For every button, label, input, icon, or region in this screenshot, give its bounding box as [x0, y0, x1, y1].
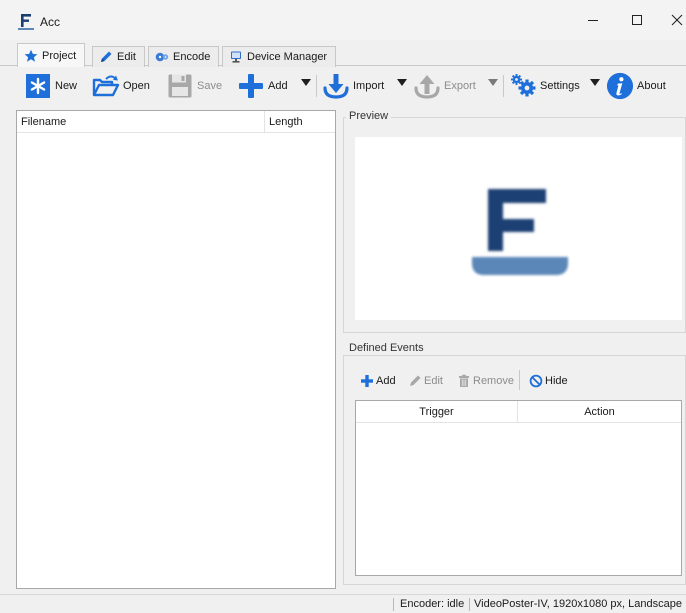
- defined-events-title: Defined Events: [346, 342, 427, 354]
- pencil-icon: [99, 50, 113, 64]
- events-table[interactable]: Trigger Action: [355, 400, 682, 576]
- events-toolbar-separator: [519, 370, 520, 390]
- open-button[interactable]: Open: [92, 71, 150, 101]
- minimize-icon: [588, 20, 598, 21]
- add-button[interactable]: Add: [237, 71, 288, 101]
- event-edit-button[interactable]: Edit: [408, 372, 443, 390]
- export-icon: [413, 72, 441, 100]
- event-edit-label: Edit: [424, 375, 443, 387]
- tab-project[interactable]: Project: [17, 43, 86, 67]
- settings-dropdown-caret[interactable]: [590, 79, 600, 86]
- main-toolbar: New Open Save Add Import Export Settings…: [0, 67, 686, 105]
- tab-bar: Project Edit Encode Device Manager: [0, 40, 686, 67]
- file-list-header: Filename Length: [17, 111, 335, 133]
- app-window: Acc Project Edit Encode Device Manager N…: [0, 0, 686, 613]
- import-button[interactable]: Import: [322, 71, 384, 101]
- event-hide-label: Hide: [545, 375, 568, 387]
- event-add-label: Add: [376, 375, 396, 387]
- import-label: Import: [353, 80, 385, 92]
- about-label: About: [637, 80, 666, 92]
- export-button[interactable]: Export: [413, 71, 476, 101]
- tab-encode[interactable]: Encode: [148, 46, 220, 67]
- column-header-trigger[interactable]: Trigger: [356, 401, 518, 423]
- import-dropdown-caret[interactable]: [397, 79, 407, 86]
- tab-label: Edit: [117, 51, 136, 63]
- no-entry-icon: [529, 374, 543, 388]
- app-logo-icon: [18, 14, 34, 30]
- save-button[interactable]: Save: [166, 71, 222, 101]
- event-hide-button[interactable]: Hide: [529, 372, 568, 390]
- tab-device-manager[interactable]: Device Manager: [222, 46, 337, 67]
- settings-label: Settings: [540, 80, 580, 92]
- star-icon: [24, 49, 38, 63]
- open-label: Open: [123, 80, 150, 92]
- event-add-button[interactable]: Add: [360, 372, 396, 390]
- app-logo-preview-icon: [472, 189, 568, 275]
- save-label: Save: [197, 80, 223, 92]
- device-status: VideoPoster-IV, 1920x1080 px, Landscape: [474, 598, 682, 610]
- tab-edit[interactable]: Edit: [92, 46, 145, 67]
- column-header-action[interactable]: Action: [518, 401, 681, 423]
- computer-icon: [229, 50, 243, 64]
- close-button[interactable]: [654, 0, 686, 40]
- status-bar: Encoder: idle VideoPoster-IV, 1920x1080 …: [0, 594, 686, 613]
- status-separator: [393, 598, 394, 611]
- about-button[interactable]: About: [606, 71, 666, 101]
- plus-icon: [360, 374, 374, 388]
- save-disk-icon: [166, 72, 194, 100]
- column-header-length[interactable]: Length: [265, 111, 335, 133]
- new-icon: [24, 72, 52, 100]
- gears-icon: [509, 72, 537, 100]
- open-folder-icon: [92, 72, 120, 100]
- file-list-table[interactable]: Filename Length: [16, 110, 336, 589]
- minimize-button[interactable]: [570, 0, 616, 40]
- close-icon: [671, 14, 683, 26]
- info-icon: [606, 72, 634, 100]
- import-icon: [322, 72, 350, 100]
- toolbar-separator: [503, 75, 504, 97]
- pencil-icon: [408, 374, 422, 388]
- trash-icon: [457, 374, 471, 388]
- status-separator: [469, 598, 470, 611]
- new-button[interactable]: New: [24, 71, 77, 101]
- film-reel-icon: [155, 50, 169, 64]
- tab-label: Project: [42, 49, 77, 62]
- add-label: Add: [268, 80, 288, 92]
- add-dropdown-caret[interactable]: [301, 79, 311, 86]
- event-remove-label: Remove: [473, 375, 514, 387]
- tab-label: Encode: [173, 51, 211, 63]
- preview-group-title: Preview: [346, 110, 392, 122]
- plus-icon: [237, 72, 265, 100]
- toolbar-separator: [316, 75, 317, 97]
- column-header-filename[interactable]: Filename: [17, 111, 265, 133]
- export-dropdown-caret[interactable]: [488, 79, 498, 86]
- settings-button[interactable]: Settings: [509, 71, 580, 101]
- encoder-status: Encoder: idle: [400, 598, 465, 610]
- window-title: Acc: [40, 15, 61, 29]
- title-bar: Acc: [0, 0, 686, 40]
- export-label: Export: [444, 80, 476, 92]
- event-remove-button[interactable]: Remove: [457, 372, 514, 390]
- preview-panel: [355, 137, 682, 320]
- events-table-header: Trigger Action: [356, 401, 681, 423]
- tab-label: Device Manager: [247, 51, 328, 63]
- maximize-icon: [632, 15, 642, 25]
- new-label: New: [55, 80, 78, 92]
